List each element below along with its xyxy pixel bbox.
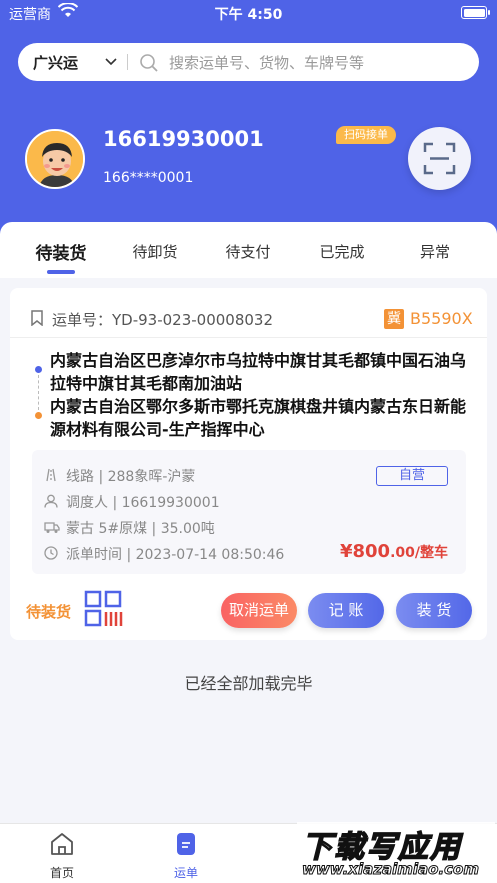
status-bar: 运营商 下午 4:50 — [0, 0, 497, 26]
scan-icon — [423, 142, 456, 175]
header-background — [0, 0, 497, 250]
order-card[interactable]: 运单号：YD-93-023-00008032 冀 B5590X 内蒙古自治区巴彦… — [10, 288, 487, 640]
destination-address: 内蒙古自治区鄂尔多斯市鄂托克旗棋盘井镇内蒙古东日新能源材料有限公司-生产指挥中心 — [50, 397, 467, 439]
order-number: 运单号：YD-93-023-00008032 — [52, 311, 274, 329]
dispatcher-text: 调度人 | 16619930001 — [66, 495, 220, 511]
search-input[interactable]: 搜索运单号、货物、车牌号等 — [169, 52, 364, 73]
route-icon — [44, 468, 58, 486]
bookkeeping-button[interactable]: 记 账 — [308, 593, 384, 628]
price-unit: .00/整车 — [390, 545, 448, 561]
tab-exception[interactable]: 异常 — [395, 241, 475, 262]
search-bar[interactable]: 广兴运 搜索运单号、货物、车牌号等 — [18, 43, 479, 81]
divider — [127, 54, 128, 70]
tab-active-indicator — [47, 270, 75, 274]
order-header: 运单号：YD-93-023-00008032 冀 B5590X — [10, 288, 487, 338]
qr-code-icon[interactable] — [84, 590, 124, 632]
scan-order-tag: 扫码接单 — [336, 126, 396, 144]
clock: 下午 4:50 — [214, 7, 283, 23]
cargo-text: 蒙古 5#原煤 | 35.00吨 — [66, 521, 215, 537]
tab-to-pay[interactable]: 待支付 — [208, 241, 288, 262]
nav-home-label: 首页 — [49, 866, 74, 880]
order-status: 待装货 — [26, 603, 72, 621]
route-connector — [38, 375, 39, 410]
person-icon — [44, 494, 58, 512]
nav-waybill[interactable]: 运单 — [156, 831, 216, 881]
bookmark-icon — [30, 310, 44, 330]
user-phone-masked: 166****0001 — [103, 170, 194, 186]
city-selector[interactable]: 广兴运 — [33, 52, 78, 73]
plate-province: 冀 — [384, 309, 404, 329]
clock-icon — [44, 546, 58, 564]
order-info-box: 线路 | 288象晖-沪蒙 调度人 | 16619930001 蒙古 5#原煤 … — [32, 450, 466, 574]
nav-waybill-label: 运单 — [173, 866, 198, 880]
chevron-down-icon[interactable] — [104, 54, 118, 73]
watermark-url: www.xiazaimiao.com — [302, 860, 480, 879]
user-phone: 16619930001 — [103, 127, 264, 151]
cancel-order-button[interactable]: 取消运单 — [221, 593, 297, 628]
self-operated-badge: 自营 — [376, 466, 448, 486]
plate-number: B5590X — [410, 309, 473, 328]
load-cargo-button[interactable]: 装 货 — [396, 593, 472, 628]
search-icon — [139, 53, 159, 77]
truck-icon — [44, 520, 60, 538]
home-icon — [51, 833, 73, 855]
tab-to-load[interactable]: 待装货 — [21, 239, 101, 264]
nav-home[interactable]: 首页 — [32, 831, 92, 881]
price-amount: ¥800 — [339, 541, 391, 562]
dispatch-time-text: 派单时间 | 2023-07-14 08:50:46 — [66, 547, 285, 563]
watermark-logo: 下载写应用 www.xiazaimiao.com — [297, 822, 495, 882]
origin-address: 内蒙古自治区巴彦淖尔市乌拉特中旗甘其毛都镇中国石油乌拉特中旗甘其毛都南加油站 — [50, 351, 467, 393]
freight-price: ¥800.00/整车 — [340, 541, 448, 562]
tab-to-unload[interactable]: 待卸货 — [115, 241, 195, 262]
waybill-icon — [177, 833, 195, 855]
scan-button[interactable] — [408, 127, 471, 190]
avatar[interactable] — [25, 129, 85, 189]
order-status-tabs: 待装货 待卸货 待支付 已完成 异常 — [0, 222, 497, 278]
battery-icon — [461, 6, 490, 19]
route-text: 线路 | 288象晖-沪蒙 — [66, 469, 196, 485]
destination-dot — [35, 412, 42, 419]
end-of-list-text: 已经全部加载完毕 — [184, 674, 313, 693]
origin-dot — [35, 366, 42, 373]
tab-completed[interactable]: 已完成 — [302, 241, 382, 262]
